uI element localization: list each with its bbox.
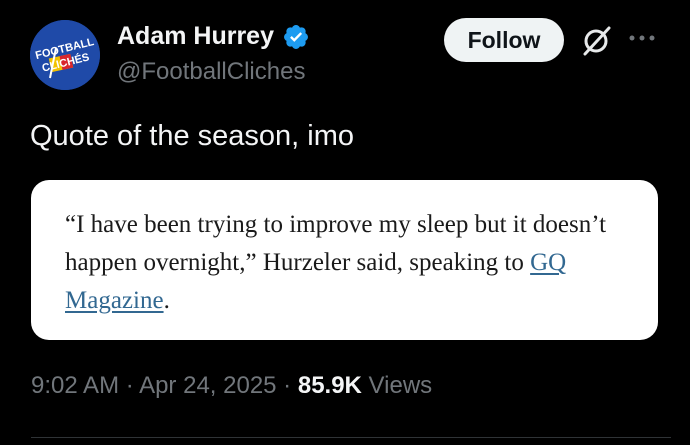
author-handle[interactable]: @FootballCliches bbox=[117, 58, 305, 86]
tweet-date[interactable]: Apr 24, 2025 bbox=[139, 372, 276, 399]
verified-badge-icon[interactable] bbox=[282, 23, 310, 51]
meta-separator: · bbox=[276, 372, 298, 399]
avatar[interactable]: FOOTBALL CLICHÉS bbox=[30, 20, 100, 90]
author-display-name[interactable]: Adam Hurrey bbox=[117, 22, 310, 51]
quote-card[interactable]: “I have been trying to improve my sleep … bbox=[31, 180, 658, 340]
more-options-icon[interactable] bbox=[624, 28, 660, 48]
grok-icon[interactable] bbox=[578, 23, 614, 59]
quote-text: “I have been trying to improve my sleep … bbox=[65, 206, 624, 320]
meta-separator: · bbox=[119, 372, 140, 399]
quote-text-end: . bbox=[163, 287, 170, 314]
views-count[interactable]: 85.9K bbox=[298, 372, 362, 399]
quote-text-body: “I have been trying to improve my sleep … bbox=[65, 211, 607, 276]
tweet-meta: 9:02 AM · Apr 24, 2025 · 85.9K Views bbox=[31, 372, 432, 400]
views-label[interactable]: Views bbox=[362, 372, 433, 399]
tweet-text: Quote of the season, imo bbox=[30, 120, 355, 152]
author-name-text[interactable]: Adam Hurrey bbox=[117, 22, 274, 51]
tweet-time[interactable]: 9:02 AM bbox=[31, 372, 119, 399]
divider bbox=[31, 437, 671, 438]
follow-button[interactable]: Follow bbox=[444, 18, 564, 62]
